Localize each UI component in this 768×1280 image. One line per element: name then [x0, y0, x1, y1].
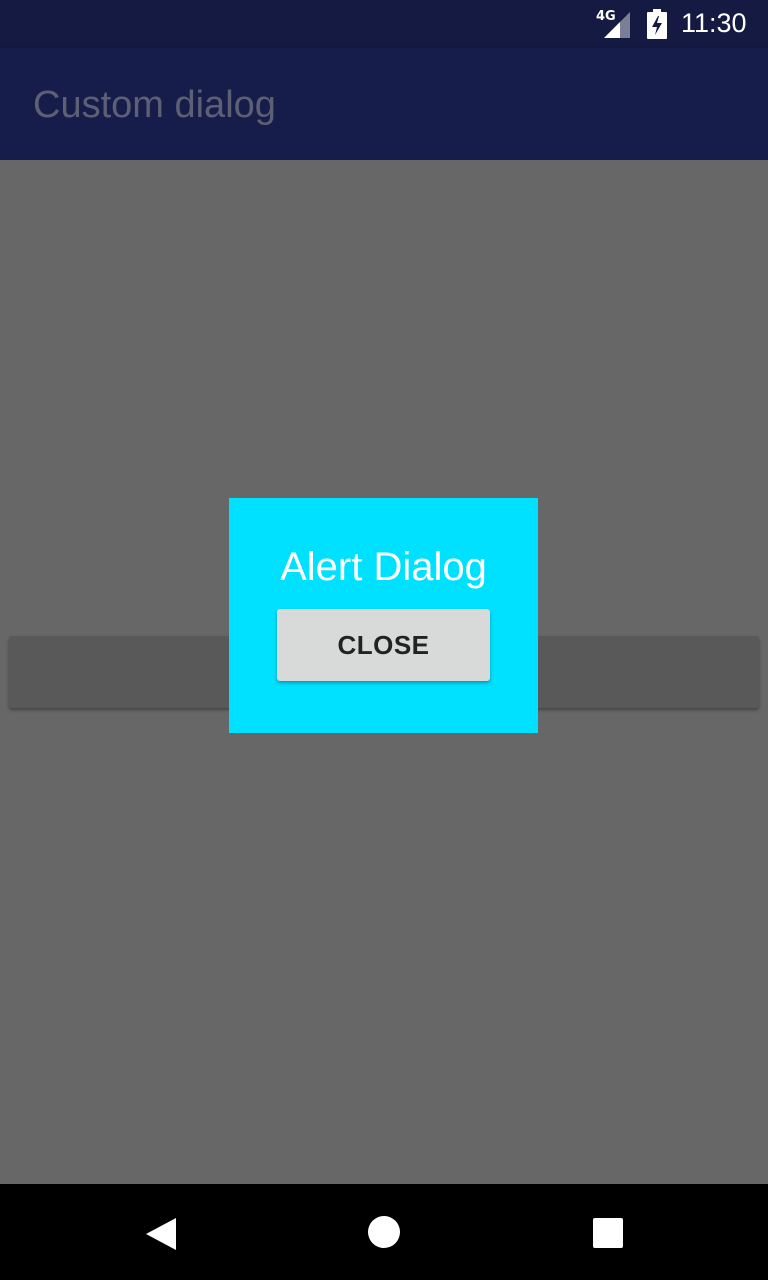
- app-title: Custom dialog: [33, 84, 276, 126]
- back-icon[interactable]: [142, 1214, 182, 1254]
- status-bar: 4G 11:30: [0, 0, 768, 48]
- dialog-title: Alert Dialog: [280, 545, 487, 589]
- navigation-bar: [0, 1184, 768, 1280]
- battery-charging-icon: [647, 9, 667, 39]
- status-clock: 11:30: [681, 8, 747, 38]
- signal-icon: [604, 12, 630, 38]
- recents-icon[interactable]: [588, 1214, 628, 1254]
- alert-dialog: Alert Dialog CLOSE: [229, 498, 538, 733]
- close-button[interactable]: CLOSE: [277, 609, 490, 681]
- app-bar: Custom dialog: [0, 48, 768, 160]
- home-icon[interactable]: [364, 1214, 404, 1254]
